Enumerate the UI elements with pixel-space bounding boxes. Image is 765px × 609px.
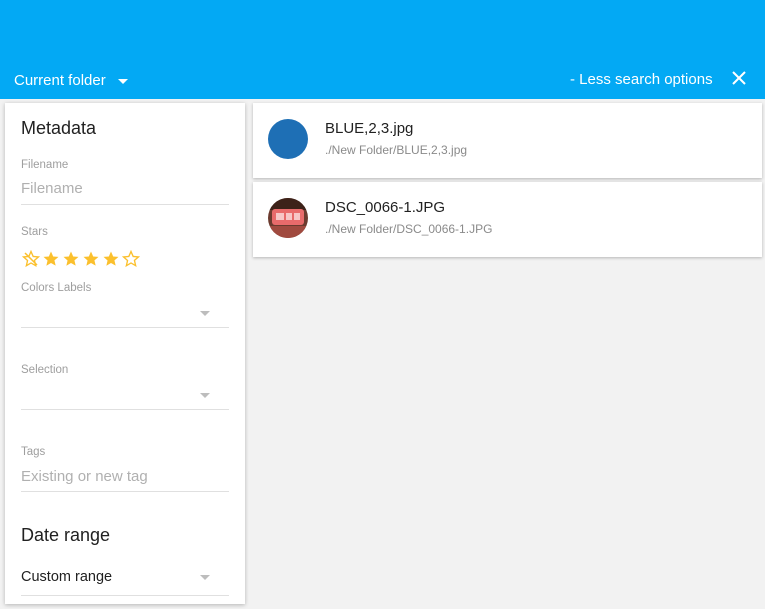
chevron-down-icon: [200, 311, 210, 316]
result-path: ./New Folder/DSC_0066-1.JPG: [325, 222, 493, 236]
filename-underline: [21, 204, 229, 205]
result-item[interactable]: DSC_0066-1.JPG ./New Folder/DSC_0066-1.J…: [253, 182, 762, 257]
colors-labels-underline: [21, 327, 229, 328]
result-filename: BLUE,2,3.jpg: [325, 120, 414, 137]
chevron-down-icon: [117, 78, 128, 84]
colors-labels-label: Colors Labels: [21, 282, 92, 294]
selection-select[interactable]: [21, 385, 229, 407]
folder-scope-dropdown[interactable]: Current folder: [14, 70, 128, 90]
less-search-options-link[interactable]: - Less search options: [570, 71, 713, 88]
no-rating-icon[interactable]: [21, 249, 41, 269]
stars-rating[interactable]: [21, 249, 141, 269]
metadata-title: Metadata: [21, 118, 97, 138]
colors-labels-select[interactable]: [21, 303, 229, 325]
selection-label: Selection: [21, 364, 69, 376]
filename-label: Filename: [21, 159, 69, 171]
folder-scope-label: Current folder: [14, 71, 106, 89]
result-item[interactable]: BLUE,2,3.jpg ./New Folder/BLUE,2,3.jpg: [253, 103, 762, 178]
selection-underline: [21, 409, 229, 410]
date-range-select[interactable]: Custom range: [21, 569, 112, 585]
result-filename: DSC_0066-1.JPG: [325, 199, 446, 216]
close-icon[interactable]: [730, 69, 748, 87]
stars-label: Stars: [21, 226, 48, 238]
star-outline-icon[interactable]: [121, 249, 141, 269]
tags-input[interactable]: Existing or new tag: [21, 468, 148, 485]
blue-circle-thumbnail: [268, 119, 308, 159]
photo-thumbnail: [268, 198, 308, 238]
star-filled-icon[interactable]: [101, 249, 121, 269]
search-header: Current folder - Less search options: [0, 0, 765, 99]
search-results-list: BLUE,2,3.jpg ./New Folder/BLUE,2,3.jpg D…: [253, 103, 762, 261]
star-filled-icon[interactable]: [41, 249, 61, 269]
chevron-down-icon: [200, 575, 210, 580]
filename-input[interactable]: Filename: [21, 180, 83, 197]
date-range-underline: [21, 595, 229, 596]
metadata-filter-panel: Metadata Filename Filename Stars Colors …: [5, 103, 245, 604]
date-range-title: Date range: [21, 525, 111, 545]
tags-label: Tags: [21, 446, 46, 458]
result-path: ./New Folder/BLUE,2,3.jpg: [325, 143, 468, 157]
tags-underline: [21, 491, 229, 492]
star-filled-icon[interactable]: [81, 249, 101, 269]
chevron-down-icon: [200, 393, 210, 398]
star-filled-icon[interactable]: [61, 249, 81, 269]
